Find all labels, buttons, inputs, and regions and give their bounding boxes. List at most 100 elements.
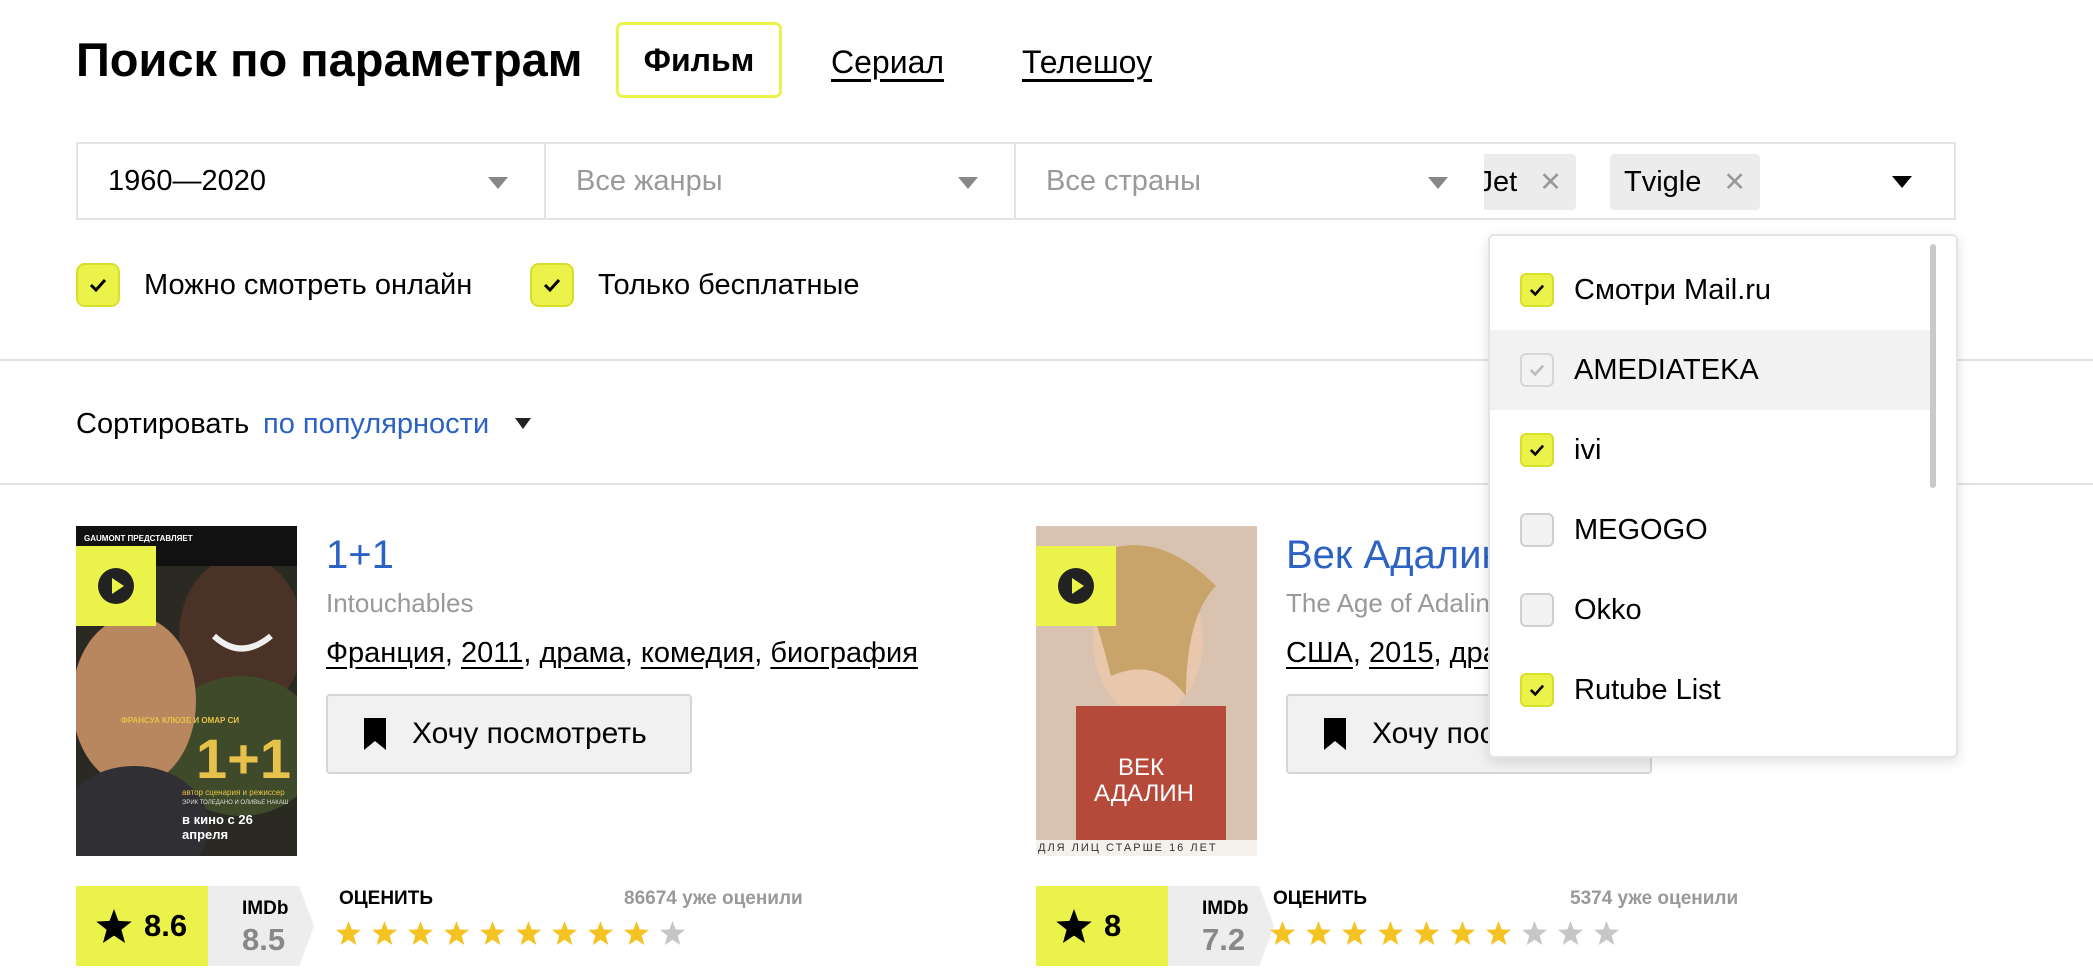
close-icon[interactable]: ✕ (1539, 167, 1562, 198)
chevron-down-icon (488, 177, 508, 189)
poster-text: автор сценария и режиссер (182, 788, 285, 797)
want-to-watch-button[interactable]: Хочу посмотреть (326, 694, 692, 774)
play-button[interactable] (76, 546, 156, 626)
bookmark-icon (364, 718, 386, 750)
service-checkbox[interactable] (1520, 273, 1554, 307)
imdb-label: IMDb (1202, 898, 1249, 919)
site-rating: 8 (1036, 886, 1182, 966)
tab-series[interactable]: Сериал (831, 40, 944, 84)
service-option[interactable]: AMEDIATEKA (1490, 330, 1934, 410)
movie-poster[interactable]: GAUMONT ПРЕДСТАВЛЯЕТ ФРАНСУА КЛЮЗЕ И ОМА… (76, 526, 297, 856)
imdb-rating: IMDb 7.2 (1168, 886, 1274, 966)
rating-value: 8.6 (144, 908, 188, 943)
service-checkbox[interactable] (1520, 433, 1554, 467)
movie-title[interactable]: 1+1 (326, 530, 394, 580)
star-icon[interactable] (408, 921, 433, 945)
star-icon[interactable] (1306, 921, 1331, 945)
star-icon[interactable] (336, 921, 361, 945)
star-icon[interactable] (444, 921, 469, 945)
poster-text: в кино с 26 апреля (182, 812, 253, 842)
rating-stars[interactable] (336, 921, 696, 945)
star-icon[interactable] (1342, 921, 1367, 945)
years-filter[interactable]: 1960—2020 (76, 142, 546, 220)
free-checkbox-label[interactable]: Только бесплатные (598, 265, 859, 305)
star-icon[interactable] (1558, 921, 1583, 945)
year-link[interactable]: 2011 (461, 637, 523, 669)
tab-tvshow[interactable]: Телешоу (1022, 40, 1152, 84)
country-link[interactable]: США (1286, 637, 1353, 669)
poster-text: GAUMONT ПРЕДСТАВЛЯЕТ (84, 534, 193, 543)
service-checkbox[interactable] (1520, 513, 1554, 547)
star-icon (1056, 909, 1092, 943)
star-icon[interactable] (516, 921, 541, 945)
online-checkbox[interactable] (76, 263, 120, 307)
service-option-label: Rutube List (1574, 673, 1721, 706)
star-icon[interactable] (1270, 921, 1295, 945)
years-value: 1960—2020 (108, 164, 267, 197)
year-link[interactable]: 2015 (1369, 637, 1434, 669)
site-rating: 8.6 (76, 886, 222, 966)
service-option[interactable]: Смотри Mail.ru (1490, 250, 1934, 330)
movie-meta: Франция, 2011, драма, комедия, биография (326, 637, 918, 669)
star-icon[interactable] (1486, 921, 1511, 945)
imdb-value: 8.5 (242, 922, 286, 957)
services-filter[interactable]: vJet ✕ Tvigle ✕ (1484, 142, 1956, 220)
rating-stars[interactable] (1270, 921, 1630, 945)
chevron-down-icon (958, 177, 978, 189)
checkmark-icon (1529, 444, 1545, 457)
close-icon[interactable]: ✕ (1723, 167, 1746, 198)
movie-title[interactable]: Век Адалин (1286, 530, 1504, 580)
rate-label: ОЦЕНИТЬ (339, 888, 433, 909)
star-icon[interactable] (1594, 921, 1619, 945)
sort-select[interactable]: по популярности (263, 404, 489, 444)
rated-count: 5374 уже оценили (1570, 888, 1739, 909)
service-chip: vJet ✕ (1484, 154, 1576, 210)
service-checkbox[interactable] (1520, 593, 1554, 627)
rated-count: 86674 уже оценили (624, 888, 803, 909)
star-icon[interactable] (1414, 921, 1439, 945)
genres-filter[interactable]: Все жанры (544, 142, 1016, 220)
chevron-down-icon[interactable] (1892, 176, 1912, 188)
star-icon[interactable] (1450, 921, 1475, 945)
service-option-label: MEGOGO (1574, 513, 1708, 546)
play-button[interactable] (1036, 546, 1116, 626)
rate-label: ОЦЕНИТЬ (1273, 888, 1367, 909)
imdb-label: IMDb (242, 898, 289, 919)
star-icon[interactable] (624, 921, 649, 945)
service-checkbox[interactable] (1520, 353, 1554, 387)
service-option[interactable]: Okko (1490, 570, 1934, 650)
movie-poster[interactable]: ВЕК АДАЛИН ДЛЯ ЛИЦ СТАРШЕ 16 ЛЕТ (1036, 526, 1257, 856)
checkmark-icon (1529, 364, 1545, 377)
service-checkbox[interactable] (1520, 673, 1554, 707)
chevron-down-icon[interactable] (515, 418, 531, 429)
tab-film[interactable]: Фильм (616, 22, 782, 98)
online-checkbox-label[interactable]: Можно смотреть онлайн (144, 265, 472, 305)
page-title: Поиск по параметрам (76, 33, 583, 86)
country-link[interactable]: Франция (326, 637, 445, 669)
star-icon[interactable] (480, 921, 505, 945)
star-icon[interactable] (1522, 921, 1547, 945)
service-option[interactable]: Rutube List (1490, 650, 1934, 730)
scrollbar[interactable] (1930, 244, 1936, 488)
services-dropdown[interactable]: Смотри Mail.ru AMEDIATEKA ivi MEGOGO Okko Rut… (1488, 234, 1958, 758)
poster-text: ЭРИК ТОЛЕДАНО И ОЛИВЬЕ НАКАШ (182, 800, 289, 806)
imdb-value: 7.2 (1202, 922, 1246, 957)
star-icon[interactable] (372, 921, 397, 945)
star-icon[interactable] (1378, 921, 1403, 945)
chip-label: Tvigle (1624, 165, 1702, 198)
genre-link[interactable]: биография (770, 637, 918, 669)
star-icon[interactable] (552, 921, 577, 945)
chip-label: vJet (1484, 165, 1518, 198)
star-icon[interactable] (660, 921, 685, 945)
star-icon[interactable] (588, 921, 613, 945)
service-option[interactable]: ivi (1490, 410, 1934, 490)
checkmark-icon (543, 278, 561, 293)
countries-filter[interactable]: Все страны (1014, 142, 1486, 220)
genre-link[interactable]: комедия (641, 637, 754, 669)
service-option[interactable]: MEGOGO (1490, 490, 1934, 570)
chevron-down-icon (1428, 177, 1448, 189)
free-checkbox[interactable] (530, 263, 574, 307)
poster-title: 1+1 (196, 727, 291, 790)
genre-link[interactable]: драма (539, 637, 624, 669)
bookmark-icon (1324, 718, 1346, 750)
